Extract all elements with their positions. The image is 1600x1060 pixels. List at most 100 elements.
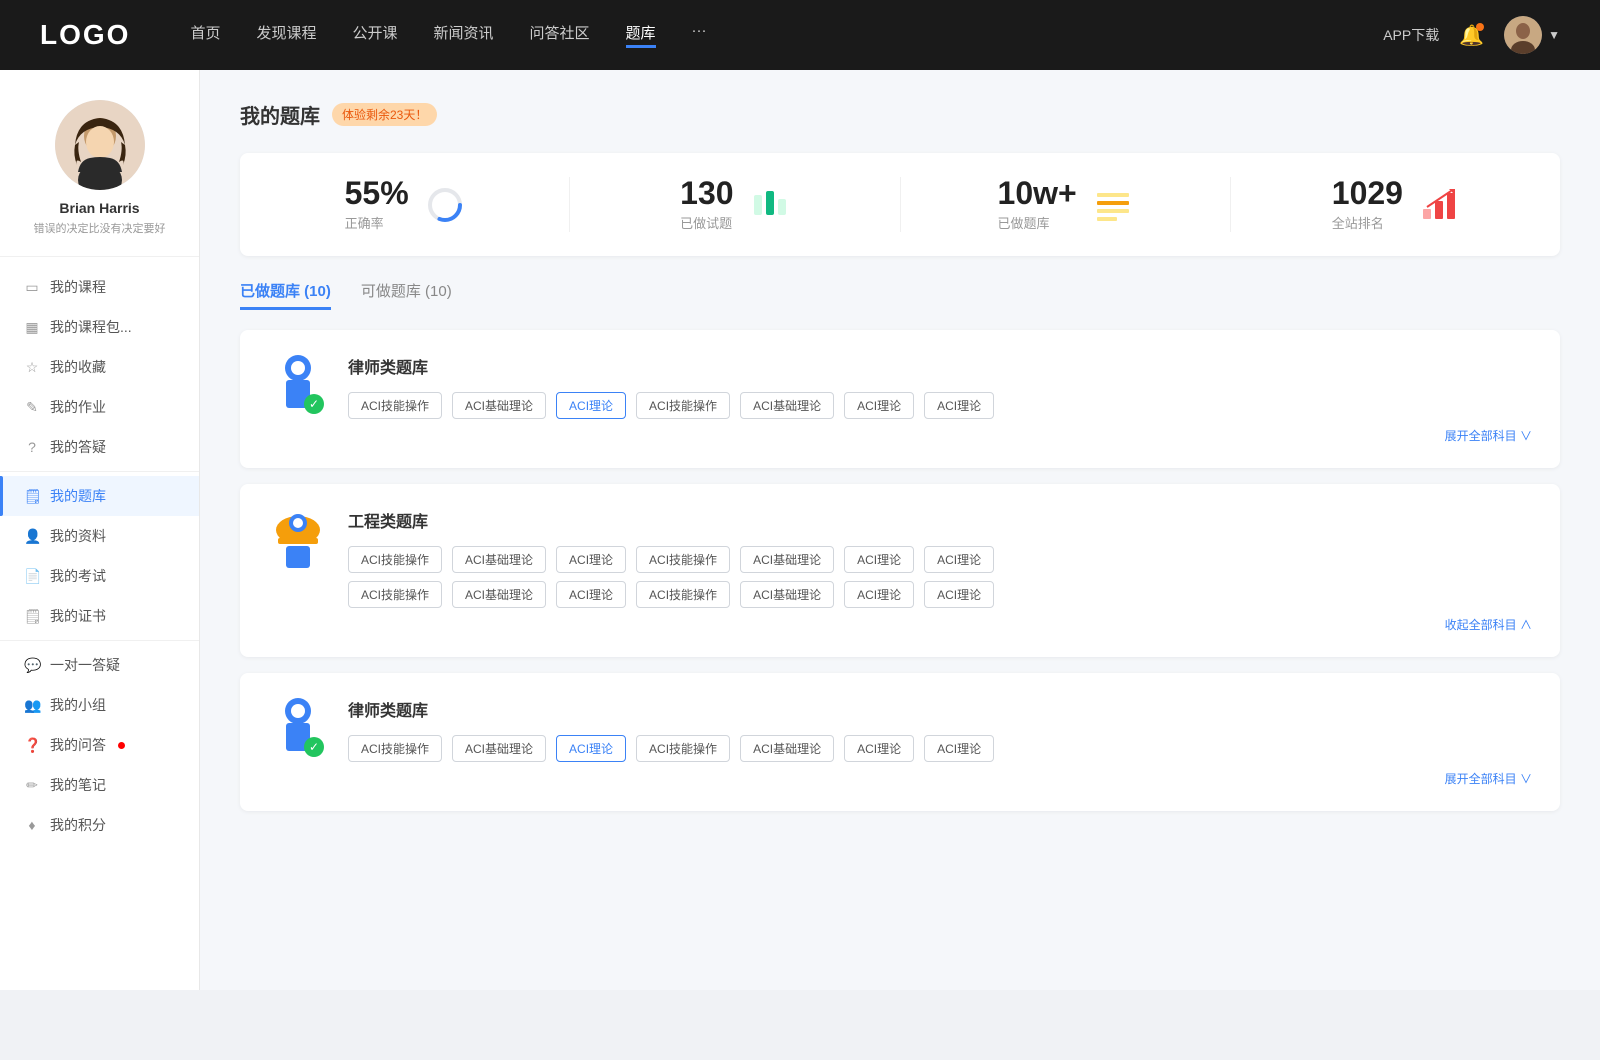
sidebar-item-points[interactable]: ♦ 我的积分 bbox=[0, 805, 199, 845]
tag-3-5[interactable]: ACI理论 bbox=[844, 735, 914, 762]
user-avatar-menu[interactable]: ▼ bbox=[1504, 16, 1560, 54]
notification-bell[interactable]: 🔔 bbox=[1459, 23, 1484, 48]
questions-dot bbox=[118, 742, 125, 749]
sidebar-menu: ▭ 我的课程 ▦ 我的课程包... ☆ 我的收藏 ✎ 我的作业 ? 我的答疑 🗒 bbox=[0, 257, 199, 855]
navbar: LOGO 首页 发现课程 公开课 新闻资讯 问答社区 题库 ··· APP下载 … bbox=[0, 0, 1600, 70]
tag-2b-3[interactable]: ACI技能操作 bbox=[636, 581, 730, 608]
questions-chart-icon bbox=[750, 185, 790, 225]
points-icon: ♦ bbox=[24, 817, 40, 833]
svg-text:✓: ✓ bbox=[309, 740, 319, 754]
sidebar-item-questions[interactable]: ❓ 我的问答 bbox=[0, 725, 199, 765]
qbank-tags-1: ACI技能操作 ACI基础理论 ACI理论 ACI技能操作 ACI基础理论 AC… bbox=[348, 392, 1532, 419]
expand-link-3[interactable]: 展开全部科目 ∨ bbox=[348, 770, 1532, 787]
nav-logo[interactable]: LOGO bbox=[40, 19, 130, 51]
tag-1-3[interactable]: ACI技能操作 bbox=[636, 392, 730, 419]
sidebar-item-course-packages[interactable]: ▦ 我的课程包... bbox=[0, 307, 199, 347]
tag-2b-0[interactable]: ACI技能操作 bbox=[348, 581, 442, 608]
accuracy-chart bbox=[425, 185, 465, 225]
nav-right: APP下载 🔔 ▼ bbox=[1383, 16, 1560, 54]
nav-item-qbank[interactable]: 题库 bbox=[626, 22, 656, 48]
nav-avatar bbox=[1504, 16, 1542, 54]
tag-3-0[interactable]: ACI技能操作 bbox=[348, 735, 442, 762]
sidebar-item-exam[interactable]: 📄 我的考试 bbox=[0, 556, 199, 596]
tag-2-4[interactable]: ACI基础理论 bbox=[740, 546, 834, 573]
tag-3-6[interactable]: ACI理论 bbox=[924, 735, 994, 762]
notes-icon: ✏ bbox=[24, 777, 40, 794]
stat-questions: 130 已做试题 bbox=[570, 177, 900, 232]
app-download-button[interactable]: APP下载 bbox=[1383, 25, 1439, 45]
tag-1-4[interactable]: ACI基础理论 bbox=[740, 392, 834, 419]
tag-3-3[interactable]: ACI技能操作 bbox=[636, 735, 730, 762]
tag-2-5[interactable]: ACI理论 bbox=[844, 546, 914, 573]
stat-ranking-label: 全站排名 bbox=[1332, 213, 1403, 232]
stat-questions-label: 已做试题 bbox=[680, 213, 733, 232]
qbank-tags-2a: ACI技能操作 ACI基础理论 ACI理论 ACI技能操作 ACI基础理论 AC… bbox=[348, 546, 1532, 573]
tab-done-banks[interactable]: 已做题库 (10) bbox=[240, 280, 331, 310]
tag-3-1[interactable]: ACI基础理论 bbox=[452, 735, 546, 762]
sidebar: Brian Harris 错误的决定比没有决定要好 ▭ 我的课程 ▦ 我的课程包… bbox=[0, 70, 200, 990]
qbank-tags-2b: ACI技能操作 ACI基础理论 ACI理论 ACI技能操作 ACI基础理论 AC… bbox=[348, 581, 1532, 608]
qbank-card-2: 工程类题库 ACI技能操作 ACI基础理论 ACI理论 ACI技能操作 ACI基… bbox=[240, 484, 1560, 657]
qbank-tags-3: ACI技能操作 ACI基础理论 ACI理论 ACI技能操作 ACI基础理论 AC… bbox=[348, 735, 1532, 762]
tab-available-banks[interactable]: 可做题库 (10) bbox=[361, 280, 452, 310]
profile-motto: 错误的决定比没有决定要好 bbox=[34, 220, 166, 236]
sidebar-item-1on1[interactable]: 💬 一对一答疑 bbox=[0, 645, 199, 685]
page-title: 我的题库 bbox=[240, 100, 320, 129]
stat-banks-value: 10w+ bbox=[998, 177, 1077, 209]
svg-text:✓: ✓ bbox=[309, 397, 319, 411]
tag-2-0[interactable]: ACI技能操作 bbox=[348, 546, 442, 573]
tag-2b-6[interactable]: ACI理论 bbox=[924, 581, 994, 608]
tag-1-0[interactable]: ACI技能操作 bbox=[348, 392, 442, 419]
qbank-card-3: ✓ 律师类题库 ACI技能操作 ACI基础理论 ACI理论 ACI技能操作 AC… bbox=[240, 673, 1560, 811]
tag-3-4[interactable]: ACI基础理论 bbox=[740, 735, 834, 762]
tag-2b-4[interactable]: ACI基础理论 bbox=[740, 581, 834, 608]
sidebar-item-certificate[interactable]: 🗒 我的证书 bbox=[0, 596, 199, 636]
qbank-card-1: ✓ 律师类题库 ACI技能操作 ACI基础理论 ACI理论 ACI技能操作 AC… bbox=[240, 330, 1560, 468]
answers-icon: ? bbox=[24, 439, 40, 455]
stat-banks-label: 已做题库 bbox=[998, 213, 1077, 232]
sidebar-item-profile[interactable]: 👤 我的资料 bbox=[0, 516, 199, 556]
nav-item-qa[interactable]: 问答社区 bbox=[530, 22, 590, 48]
sidebar-item-courses[interactable]: ▭ 我的课程 bbox=[0, 267, 199, 307]
nav-item-home[interactable]: 首页 bbox=[190, 22, 220, 48]
tag-1-5[interactable]: ACI理论 bbox=[844, 392, 914, 419]
qbank-title-2: 工程类题库 bbox=[348, 508, 1532, 532]
qbank-title-3: 律师类题库 bbox=[348, 697, 1532, 721]
exam-icon: 📄 bbox=[24, 568, 40, 585]
expand-link-1[interactable]: 展开全部科目 ∨ bbox=[348, 427, 1532, 444]
qbank-icon-lawyer-1: ✓ bbox=[268, 354, 328, 424]
qbank-icon-lawyer-3: ✓ bbox=[268, 697, 328, 767]
sidebar-item-homework[interactable]: ✎ 我的作业 bbox=[0, 387, 199, 427]
nav-items: 首页 发现课程 公开课 新闻资讯 问答社区 题库 ··· bbox=[190, 22, 1383, 48]
tag-1-6[interactable]: ACI理论 bbox=[924, 392, 994, 419]
sidebar-item-notes[interactable]: ✏ 我的笔记 bbox=[0, 765, 199, 805]
sidebar-item-group[interactable]: 👥 我的小组 bbox=[0, 685, 199, 725]
nav-item-open[interactable]: 公开课 bbox=[352, 22, 397, 48]
profile-section: Brian Harris 错误的决定比没有决定要好 bbox=[0, 100, 199, 257]
questions-icon: ❓ bbox=[24, 737, 40, 754]
sidebar-item-answers[interactable]: ? 我的答疑 bbox=[0, 427, 199, 467]
tag-2b-5[interactable]: ACI理论 bbox=[844, 581, 914, 608]
nav-item-discover[interactable]: 发现课程 bbox=[256, 22, 316, 48]
sidebar-item-qbank[interactable]: 🗒 我的题库 bbox=[0, 476, 199, 516]
tag-1-1[interactable]: ACI基础理论 bbox=[452, 392, 546, 419]
stat-ranking: 1029 全站排名 bbox=[1231, 177, 1560, 232]
collapse-link-2[interactable]: 收起全部科目 ∧ bbox=[348, 616, 1532, 633]
tag-3-2[interactable]: ACI理论 bbox=[556, 735, 626, 762]
tag-2-6[interactable]: ACI理论 bbox=[924, 546, 994, 573]
nav-item-news[interactable]: 新闻资讯 bbox=[434, 22, 494, 48]
tag-2-3[interactable]: ACI技能操作 bbox=[636, 546, 730, 573]
qbank-icon: 🗒 bbox=[24, 488, 40, 505]
tag-1-2[interactable]: ACI理论 bbox=[556, 392, 626, 419]
tag-2-2[interactable]: ACI理论 bbox=[556, 546, 626, 573]
favorites-icon: ☆ bbox=[24, 359, 40, 376]
stats-row: 55% 正确率 130 已做试题 bbox=[240, 153, 1560, 256]
tag-2b-2[interactable]: ACI理论 bbox=[556, 581, 626, 608]
stat-ranking-value: 1029 bbox=[1332, 177, 1403, 209]
sidebar-item-favorites[interactable]: ☆ 我的收藏 bbox=[0, 347, 199, 387]
tabs-row: 已做题库 (10) 可做题库 (10) bbox=[240, 280, 1560, 310]
page-header: 我的题库 体验剩余23天！ bbox=[240, 100, 1560, 129]
nav-item-more[interactable]: ··· bbox=[692, 22, 707, 48]
tag-2b-1[interactable]: ACI基础理论 bbox=[452, 581, 546, 608]
tag-2-1[interactable]: ACI基础理论 bbox=[452, 546, 546, 573]
